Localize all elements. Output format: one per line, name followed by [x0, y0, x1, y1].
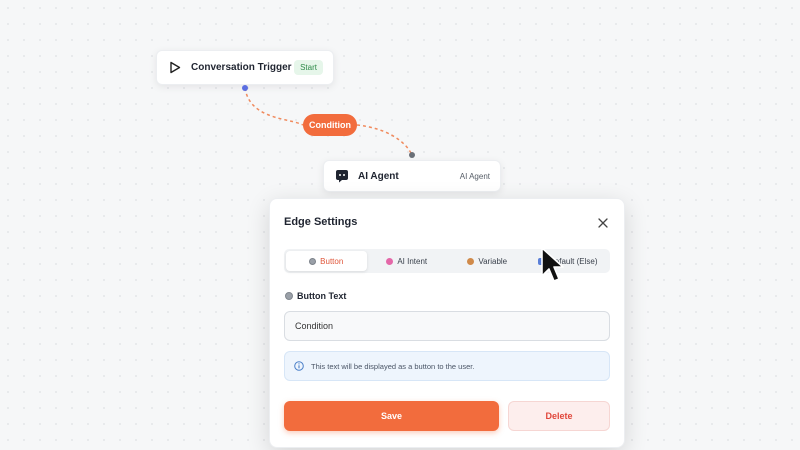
- chat-bubble-icon: [334, 168, 350, 184]
- tab-label: Variable: [478, 256, 508, 266]
- field-label-text: Button Text: [297, 291, 347, 301]
- dialog-title: Edge Settings: [284, 216, 358, 228]
- button-text-label: Button Text: [285, 291, 346, 301]
- trigger-node-title: Conversation Trigger: [191, 62, 292, 73]
- trigger-output-handle[interactable]: [242, 85, 248, 91]
- edge-condition-label[interactable]: Condition: [303, 114, 357, 136]
- tab-label: Button: [320, 256, 344, 266]
- tab-label: AI Intent: [397, 256, 428, 266]
- close-icon[interactable]: [596, 216, 610, 230]
- agent-input-handle[interactable]: [409, 152, 415, 158]
- conversation-trigger-node[interactable]: Conversation Trigger Start: [156, 50, 334, 85]
- edge-settings-dialog: Edge Settings Button AI Intent Variable …: [269, 198, 625, 448]
- tab-button[interactable]: Button: [286, 251, 367, 271]
- button-text-input[interactable]: [284, 311, 610, 341]
- info-notice: This text will be displayed as a button …: [284, 351, 610, 381]
- delete-button[interactable]: Delete: [508, 401, 610, 431]
- button-icon: [309, 257, 317, 265]
- save-button[interactable]: Save: [284, 401, 499, 431]
- ai-agent-node[interactable]: AI Agent AI Agent: [323, 160, 501, 192]
- info-icon: [294, 361, 304, 371]
- ai-intent-icon: [386, 257, 394, 265]
- mouse-cursor-icon: [540, 246, 566, 293]
- variable-icon: [467, 257, 475, 265]
- tab-ai-intent[interactable]: AI Intent: [367, 251, 448, 271]
- info-text: This text will be displayed as a button …: [311, 361, 475, 371]
- tab-variable[interactable]: Variable: [447, 251, 528, 271]
- agent-node-title: AI Agent: [358, 170, 399, 182]
- play-icon: [167, 60, 183, 76]
- start-badge: Start: [294, 60, 323, 75]
- agent-node-tag: AI Agent: [459, 171, 490, 181]
- button-icon: [285, 292, 293, 300]
